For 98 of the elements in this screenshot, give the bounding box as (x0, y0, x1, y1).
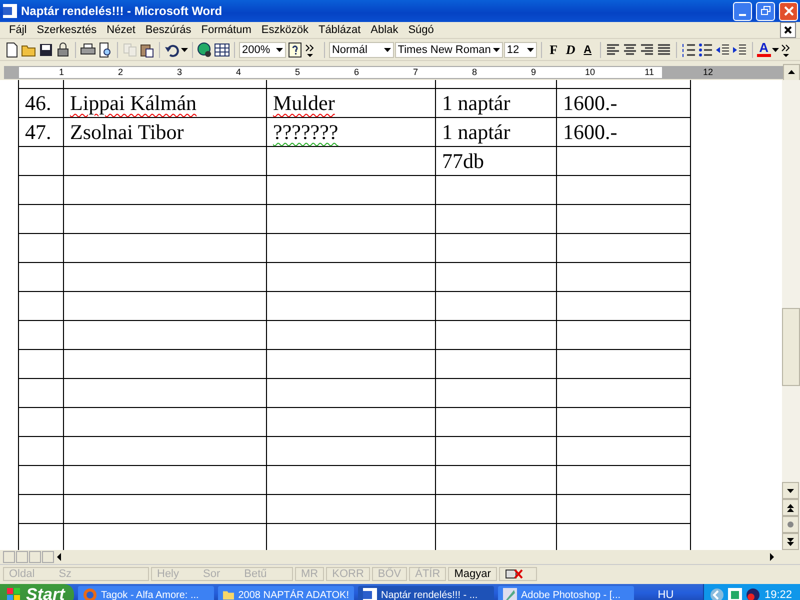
status-text: Magyar (454, 568, 491, 580)
caret-icon[interactable] (276, 48, 283, 52)
menu-item[interactable]: Beszúrás (140, 24, 196, 36)
menu-item[interactable]: Nézet (102, 24, 140, 36)
zoom-dropdown[interactable]: 200% (238, 42, 286, 58)
ruler-number: 11 (644, 67, 654, 77)
table-cell-text: Lippai Kálmán (70, 91, 197, 115)
minimize-button[interactable] (733, 2, 752, 20)
ruler-number: 9 (530, 67, 536, 77)
circle-icon (787, 521, 794, 528)
tray-icon[interactable] (746, 588, 760, 600)
table-cell-text: Zsolnai Tibor (70, 120, 184, 144)
double-down-arrow-icon (787, 538, 794, 546)
italic-button[interactable]: D (562, 42, 579, 58)
scroll-up-button[interactable] (783, 64, 800, 80)
language-indicator[interactable]: HU (658, 589, 680, 600)
taskbar-button[interactable]: Naptár rendelés!!! - ... (358, 586, 494, 600)
restore-button[interactable] (756, 2, 775, 20)
table-cell-text: 46. (25, 91, 52, 115)
close-button[interactable] (779, 2, 798, 20)
menu-item[interactable]: Súgó (403, 24, 439, 36)
table-cell-text: 77db (442, 149, 484, 173)
scrollbar-thumb[interactable] (782, 308, 800, 386)
next-page-button[interactable] (782, 533, 799, 550)
close-icon (784, 6, 794, 16)
table-cell-text: 1600.- (563, 120, 618, 144)
scroll-right-icon[interactable] (768, 553, 776, 561)
previous-page-button[interactable] (782, 499, 799, 516)
font-dropdown[interactable]: Times New Roman (394, 42, 503, 58)
bold-button[interactable]: F (546, 42, 562, 58)
caret-icon[interactable] (772, 48, 779, 52)
window-title: Naptár rendelés!!! - Microsoft Word (21, 4, 224, 18)
scroll-left-icon[interactable] (55, 553, 63, 561)
new-document-icon[interactable] (4, 40, 20, 58)
menu-item[interactable]: Táblázat (313, 24, 366, 36)
table-icon[interactable] (214, 40, 230, 58)
ruler-number: 7 (412, 67, 418, 77)
table-cell-text: 1 naptár (442, 120, 510, 144)
menu-item[interactable]: Szerkesztés (32, 24, 102, 36)
help-icon[interactable] (286, 40, 304, 58)
table-cell-text: Mulder (273, 91, 335, 115)
restore-icon (760, 6, 770, 16)
table-cell-text: 1600.- (563, 91, 618, 115)
menu-item[interactable]: Fájl (4, 24, 32, 36)
table-cell-text: 1 naptár (442, 91, 510, 115)
status-text: BŐV (378, 568, 402, 580)
spelling-status-button[interactable] (498, 567, 537, 581)
taskbar-button[interactable]: 2008 NAPTÁR ADATOK! (218, 586, 354, 600)
ruler-number: 8 (470, 67, 477, 77)
scroll-down-button[interactable] (782, 482, 799, 499)
table-cell-text: ??????? (273, 120, 338, 144)
status-text: Sz (58, 568, 72, 580)
document-icon (363, 588, 377, 600)
start-button[interactable]: Start (0, 584, 74, 600)
document-icon (3, 4, 17, 18)
close-icon (784, 26, 792, 34)
down-arrow-icon (787, 488, 794, 492)
ruler-number: 10 (584, 67, 595, 77)
ruler-number: 5 (294, 67, 300, 77)
status-text: KORR (332, 568, 364, 580)
tray-icon[interactable] (728, 588, 742, 600)
status-text: Oldal (9, 568, 35, 580)
bullets-icon[interactable] (698, 40, 714, 58)
font-color-button[interactable]: A (756, 42, 771, 57)
caret-icon[interactable] (384, 48, 391, 52)
ruler-number: 3 (176, 67, 182, 77)
ruler-number: 1 (58, 67, 64, 77)
ruler-number: 12 (702, 67, 713, 77)
status-text: MR (301, 568, 318, 580)
caret-icon[interactable] (526, 48, 534, 52)
up-arrow-icon (788, 70, 795, 74)
taskbar-button[interactable]: Tagok - Alfa Amore: ... (78, 586, 214, 600)
status-text: Sor (203, 568, 220, 580)
taskbar-button[interactable]: Adobe Photoshop - [... (498, 586, 634, 600)
status-text: ÁTÍR (415, 568, 440, 580)
status-text: Betű (244, 568, 267, 580)
menu-item[interactable]: Eszközök (256, 24, 314, 36)
status-text: Hely (157, 568, 180, 580)
double-up-arrow-icon (787, 504, 794, 512)
style-dropdown[interactable]: Normál (328, 42, 394, 58)
table-cell-text: 47. (25, 120, 52, 144)
arrow-icon[interactable] (710, 588, 724, 600)
clock: 19:22 (764, 589, 792, 600)
ruler-number: 6 (352, 67, 359, 77)
ruler-number: 2 (116, 67, 123, 77)
lock-icon[interactable] (55, 40, 72, 58)
caret-icon[interactable] (181, 48, 188, 52)
font-size-dropdown[interactable]: 12 (504, 42, 537, 58)
menu-item[interactable]: Ablak (366, 24, 404, 36)
close-document-button[interactable] (780, 22, 796, 38)
minimize-icon (739, 14, 746, 16)
menu-item[interactable]: Formátum (196, 24, 256, 36)
underline-button[interactable]: A (580, 44, 596, 56)
caret-icon[interactable] (492, 48, 500, 52)
ruler-number: 4 (234, 67, 241, 77)
folder-icon (223, 589, 234, 600)
windows-flag-icon (6, 587, 22, 600)
print-preview-icon[interactable] (97, 40, 114, 58)
